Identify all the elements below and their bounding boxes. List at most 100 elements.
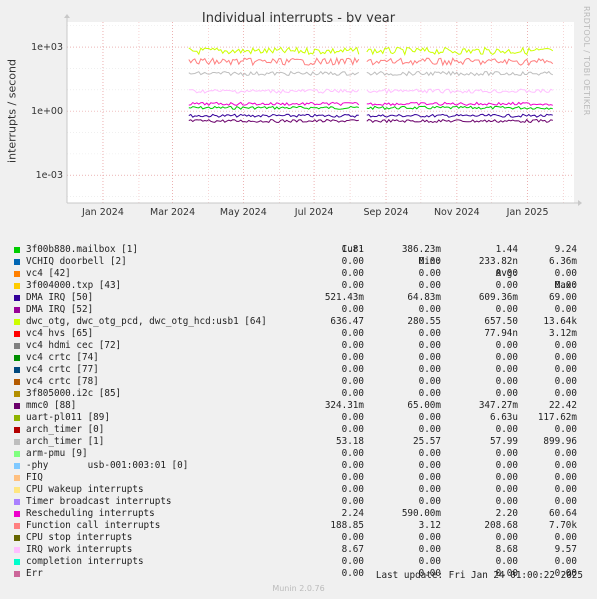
legend-swatch	[14, 367, 20, 373]
legend-row: Function call interrupts 188.85 3.12 208.68…	[12, 520, 587, 532]
legend-max: 0.00	[554, 280, 577, 291]
legend-swatch	[14, 475, 20, 481]
legend-name: Timer broadcast interrupts	[26, 496, 172, 507]
legend-max: 13.64k	[543, 316, 577, 327]
legend-row: completion interrupts 0.00 0.00 0.00 0.00	[12, 556, 587, 568]
legend-row: vc4 crtc [78] 0.00 0.00 0.00 0.00	[12, 376, 587, 388]
legend-max: 9.57	[554, 544, 577, 555]
legend-max: 899.96	[543, 436, 577, 447]
legend-max: 0.00	[554, 460, 577, 471]
legend-name: VCHIQ doorbell [2]	[26, 256, 127, 267]
legend-row: IRQ work interrupts 8.67 0.00 8.68 9.57	[12, 544, 587, 556]
legend-max: 0.00	[554, 304, 577, 315]
legend-name: FIQ	[26, 472, 43, 483]
legend-row: uart-pl011 [89] 0.00 0.00 6.63u 117.62m	[12, 412, 587, 424]
legend-max: 0.00	[554, 496, 577, 507]
legend-max: 0.00	[554, 532, 577, 543]
legend-name: DMA IRQ [52]	[26, 304, 94, 315]
legend-row: DMA IRQ [50] 521.43m 64.83m 609.36m 69.00	[12, 292, 587, 304]
legend-name: vc4 hvs [65]	[26, 328, 94, 339]
legend-swatch	[14, 547, 20, 553]
legend-max: 22.42	[549, 400, 577, 411]
legend-row: arm-pmu [9] 0.00 0.00 0.00 0.00	[12, 448, 587, 460]
legend-row: CPU wakeup interrupts 0.00 0.00 0.00 0.00	[12, 484, 587, 496]
x-tick-label: Nov 2024	[434, 207, 480, 218]
legend-swatch	[14, 487, 20, 493]
legend-max: 9.24	[554, 244, 577, 255]
legend-max: 117.62m	[537, 412, 577, 423]
legend-swatch	[14, 271, 20, 277]
legend-swatch	[14, 259, 20, 265]
legend-row: vc4 hdmi cec [72] 0.00 0.00 0.00 0.00	[12, 340, 587, 352]
legend-row: DMA IRQ [52] 0.00 0.00 0.00 0.00	[12, 304, 587, 316]
legend-swatch	[14, 559, 20, 565]
legend-row: vc4 hvs [65] 0.00 0.00 77.94n 3.12m	[12, 328, 587, 340]
legend-max: 0.00	[554, 388, 577, 399]
legend-name: CPU wakeup interrupts	[26, 484, 144, 495]
legend-name: mmc0 [88]	[26, 400, 77, 411]
legend-swatch	[14, 391, 20, 397]
legend-name: vc4 crtc [77]	[26, 364, 99, 375]
legend-name: uart-pl011 [89]	[26, 412, 110, 423]
y-tick-label: 1e+03	[31, 42, 63, 53]
legend-row: vc4 [42] 0.00 0.00 0.00 0.00	[12, 268, 587, 280]
legend-max: 0.00	[554, 364, 577, 375]
chart-plot: 1e+03 1e+00 1e-03 Jan 2024 Mar 2024 May 2024 J…	[31, 14, 582, 218]
legend-max: 60.64	[549, 508, 577, 519]
x-tick-label: May 2024	[220, 207, 267, 218]
legend-swatch	[14, 355, 20, 361]
x-tick-label: Jan 2025	[506, 207, 549, 218]
legend-name: Err	[26, 568, 43, 579]
legend-swatch	[14, 247, 20, 253]
legend-max: 6.36m	[549, 256, 577, 267]
legend-swatch	[14, 523, 20, 529]
legend-swatch	[14, 415, 20, 421]
legend-name: IRQ work interrupts	[26, 544, 133, 555]
x-tick-label: Jan 2024	[81, 207, 124, 218]
legend-swatch	[14, 331, 20, 337]
legend-row: FIQ 0.00 0.00 0.00 0.00	[12, 472, 587, 484]
munin-version: Munin 2.0.76	[272, 584, 325, 593]
legend-name: vc4 crtc [78]	[26, 376, 99, 387]
legend-name: vc4 [42]	[26, 268, 71, 279]
legend-max: 0.00	[554, 424, 577, 435]
legend-row: CPU stop interrupts 0.00 0.00 0.00 0.00	[12, 532, 587, 544]
legend-swatch	[14, 283, 20, 289]
legend: Cur: Min: Avg: Max: 3f00b880.mailbox [1]…	[12, 232, 587, 580]
legend-row: vc4 crtc [74] 0.00 0.00 0.00 0.00	[12, 352, 587, 364]
legend-name: 3f004000.txp [43]	[26, 280, 122, 291]
legend-name: -phy usb-001:003:01 [0]	[26, 460, 189, 471]
legend-max: 0.00	[554, 340, 577, 351]
legend-row: vc4 crtc [77] 0.00 0.00 0.00 0.00	[12, 364, 587, 376]
legend-row: arch_timer [0] 0.00 0.00 0.00 0.00	[12, 424, 587, 436]
legend-row: 3f805000.i2c [85] 0.00 0.00 0.00 0.00	[12, 388, 587, 400]
legend-max: 0.00	[554, 556, 577, 567]
legend-max: 0.00	[554, 472, 577, 483]
legend-swatch	[14, 511, 20, 517]
legend-header: Cur: Min: Avg: Max:	[12, 232, 587, 291]
legend-name: 3f00b880.mailbox [1]	[26, 244, 138, 255]
legend-swatch	[14, 403, 20, 409]
x-tick-label: Jul 2024	[294, 207, 334, 218]
legend-max: 0.00	[554, 448, 577, 459]
legend-name: Rescheduling interrupts	[26, 508, 155, 519]
legend-swatch	[14, 535, 20, 541]
legend-name: vc4 hdmi cec [72]	[26, 340, 122, 351]
legend-max: 7.70k	[549, 520, 577, 531]
x-tick-label: Mar 2024	[150, 207, 195, 218]
legend-swatch	[14, 499, 20, 505]
legend-max: 0.00	[554, 352, 577, 363]
legend-max: 69.00	[549, 292, 577, 303]
legend-name: 3f805000.i2c [85]	[26, 388, 122, 399]
legend-swatch	[14, 571, 20, 577]
legend-row: 3f004000.txp [43] 0.00 0.00 0.00 0.00	[12, 280, 587, 292]
legend-name: DMA IRQ [50]	[26, 292, 94, 303]
y-tick-label: 1e-03	[36, 170, 63, 181]
legend-swatch	[14, 451, 20, 457]
legend-row: Rescheduling interrupts 2.24 590.00m 2.20 60…	[12, 508, 587, 520]
legend-swatch	[14, 463, 20, 469]
legend-swatch	[14, 319, 20, 325]
legend-swatch	[14, 307, 20, 313]
legend-swatch	[14, 427, 20, 433]
legend-row: 3f00b880.mailbox [1] 1.81 386.23m 1.44 9.24	[12, 244, 587, 256]
